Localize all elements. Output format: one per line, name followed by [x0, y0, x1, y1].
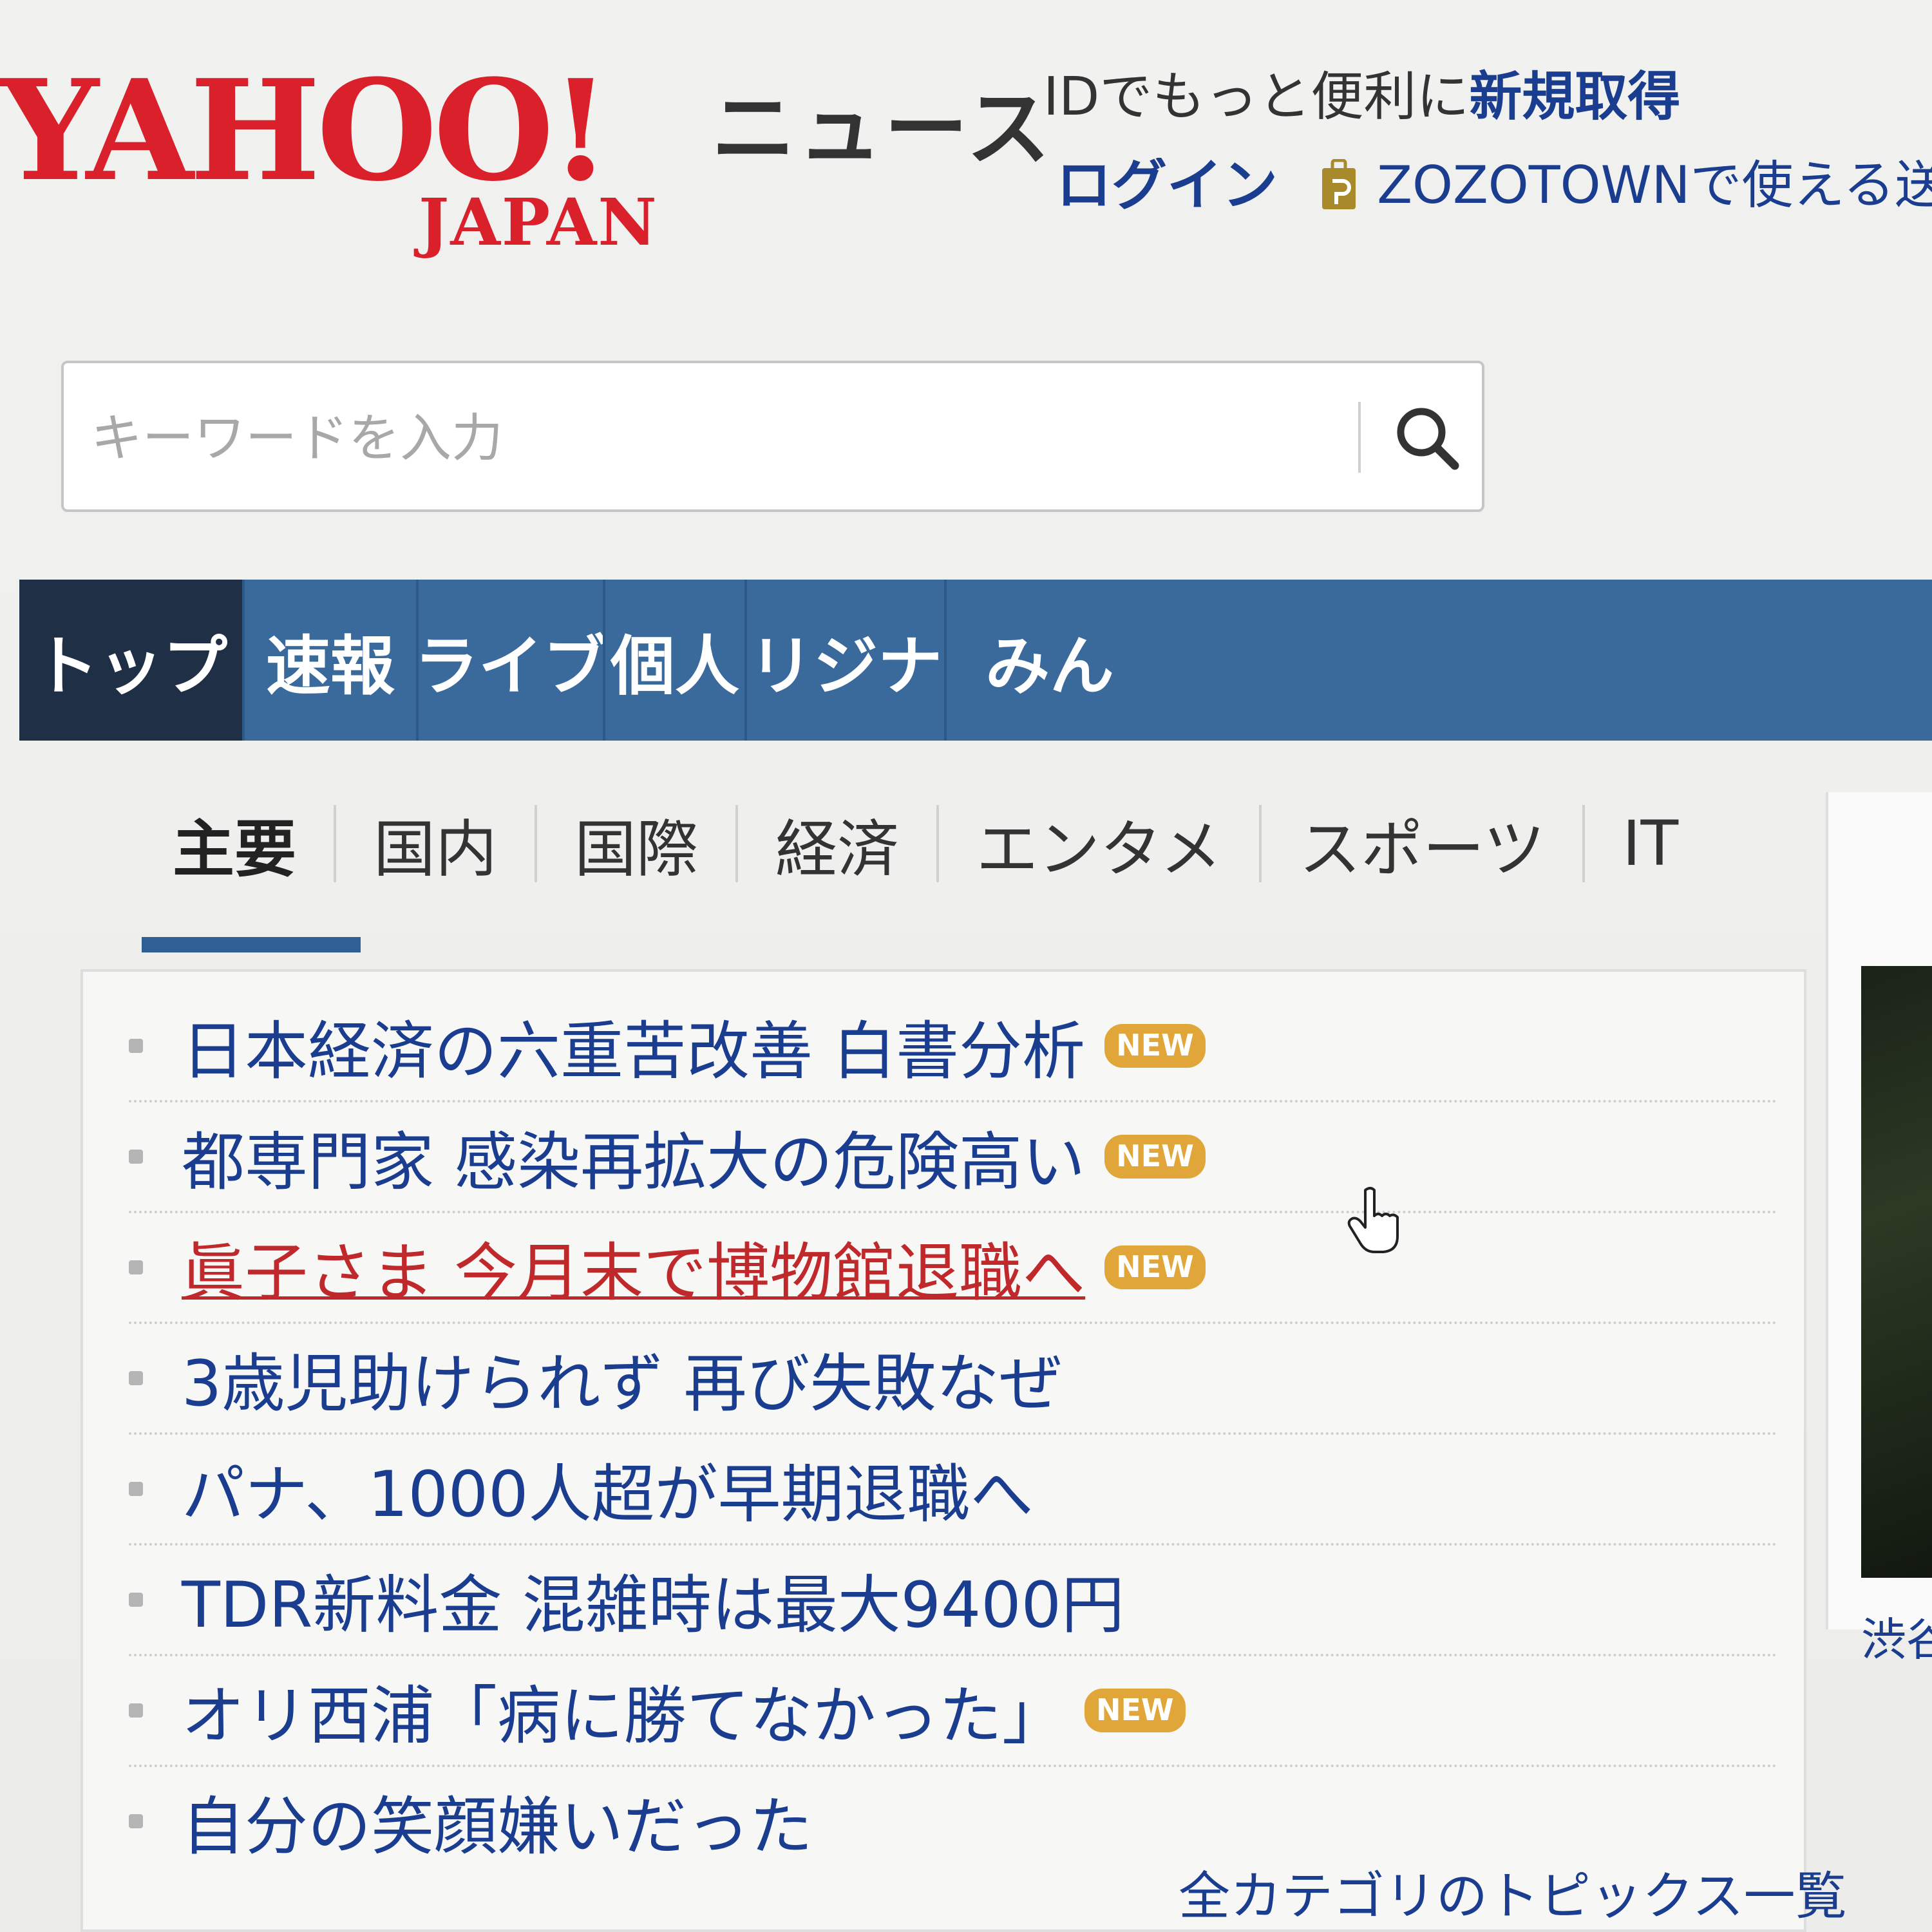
tab-live[interactable]: ライブ [419, 580, 605, 741]
yahoo-japan-logo[interactable]: YAHOO! JAPAN [0, 61, 689, 274]
list-item: オリ西浦「病に勝てなかった」 NEW [129, 1656, 1777, 1767]
bullet-icon [129, 1260, 143, 1274]
new-badge: NEW [1104, 1245, 1206, 1289]
login-link[interactable]: ログイン [1056, 158, 1278, 213]
list-item: 都専門家 感染再拡大の危険高い NEW [129, 1103, 1777, 1213]
headline-link[interactable]: 3歳児助けられず 再び失敗なぜ [182, 1332, 1063, 1424]
tab-breaking[interactable]: 速報 [245, 580, 419, 741]
id-promo-text: IDでもっと便利に [1043, 66, 1470, 128]
list-item: 3歳児助けられず 再び失敗なぜ [129, 1324, 1777, 1435]
headline-link[interactable]: パナ、1000人超が早期退職へ [182, 1443, 1034, 1535]
bullet-icon [129, 1150, 143, 1164]
login-row: ログイン ZOZOTOWNで使える送料分 [1056, 158, 1932, 219]
headline-link[interactable]: 自分の笑顔嫌いだった [182, 1776, 813, 1867]
register-link[interactable]: 新規取得 [1469, 66, 1680, 128]
list-item: 眞子さま 今月末で博物館退職へ NEW [129, 1213, 1777, 1324]
list-item: TDR新料金 混雑時は最大9400円 [129, 1546, 1777, 1656]
subtab-entertainment[interactable]: エンタメ [939, 805, 1262, 886]
subtab-economy[interactable]: 経済 [738, 805, 939, 886]
new-badge: NEW [1104, 1024, 1206, 1068]
side-caption-link[interactable]: 渋谷 [1861, 1604, 1932, 1669]
zozo-tag-icon [1322, 159, 1356, 209]
id-promo-line: IDでもっと便利に新規取得 [1043, 71, 1680, 124]
new-badge: NEW [1084, 1689, 1186, 1732]
logo-japan-text: JAPAN [419, 184, 658, 260]
subtab-domestic[interactable]: 国内 [336, 805, 537, 886]
search-input[interactable] [90, 402, 1367, 474]
list-item: パナ、1000人超が早期退職へ [129, 1435, 1777, 1546]
tab-top[interactable]: トップ [19, 580, 245, 741]
side-photo[interactable] [1861, 966, 1932, 1578]
hand-pointer-icon [1347, 1187, 1399, 1253]
subtab-it[interactable]: IT [1585, 805, 1716, 882]
service-name: ニュース [712, 80, 1053, 178]
list-item: 日本経済の六重苦改善 白書分析 NEW [129, 992, 1777, 1103]
headline-link-hovered[interactable]: 眞子さま 今月末で博物館退職へ [182, 1222, 1085, 1313]
zozo-promo-link[interactable]: ZOZOTOWNで使える送料分 [1377, 160, 1932, 211]
bullet-icon [129, 1814, 143, 1828]
main-nav: トップ 速報 ライブ 個人 オリジナル みん [19, 580, 1932, 741]
tab-original[interactable]: オリジナル [747, 580, 947, 741]
tab-minna[interactable]: みん [947, 580, 1932, 741]
bullet-icon [129, 1371, 143, 1385]
subtab-sports[interactable]: スポーツ [1262, 805, 1586, 886]
category-nav: 主要 国内 国際 経済 エンタメ スポーツ IT [135, 773, 1932, 914]
headline-link[interactable]: TDR新料金 混雑時は最大9400円 [182, 1554, 1124, 1645]
topics-list: 日本経済の六重苦改善 白書分析 NEW 都専門家 感染再拡大の危険高い NEW … [129, 992, 1777, 1875]
search-divider [1358, 402, 1361, 473]
search-icon[interactable] [1384, 392, 1468, 482]
bullet-icon [129, 1593, 143, 1607]
tab-personal[interactable]: 個人 [605, 580, 747, 741]
bullet-icon [129, 1039, 143, 1053]
bullet-icon [129, 1482, 143, 1496]
active-subtab-indicator [142, 937, 361, 952]
page: YAHOO! JAPAN ニュース IDでもっと便利に新規取得 ログイン ZOZ… [0, 0, 1932, 1932]
logo-yahoo-text: YAHOO! [0, 49, 611, 212]
subtab-world[interactable]: 国際 [537, 805, 738, 886]
all-topics-link[interactable]: 全カテゴリのトピックス一覧 [1179, 1855, 1847, 1929]
headline-link[interactable]: オリ西浦「病に勝てなかった」 [182, 1665, 1065, 1756]
subtab-main[interactable]: 主要 [135, 805, 336, 886]
bullet-icon [129, 1703, 143, 1718]
search-box [61, 361, 1484, 512]
headline-link[interactable]: 都専門家 感染再拡大の危険高い [182, 1111, 1085, 1202]
headline-link[interactable]: 日本経済の六重苦改善 白書分析 [182, 1000, 1085, 1092]
new-badge: NEW [1104, 1135, 1206, 1179]
